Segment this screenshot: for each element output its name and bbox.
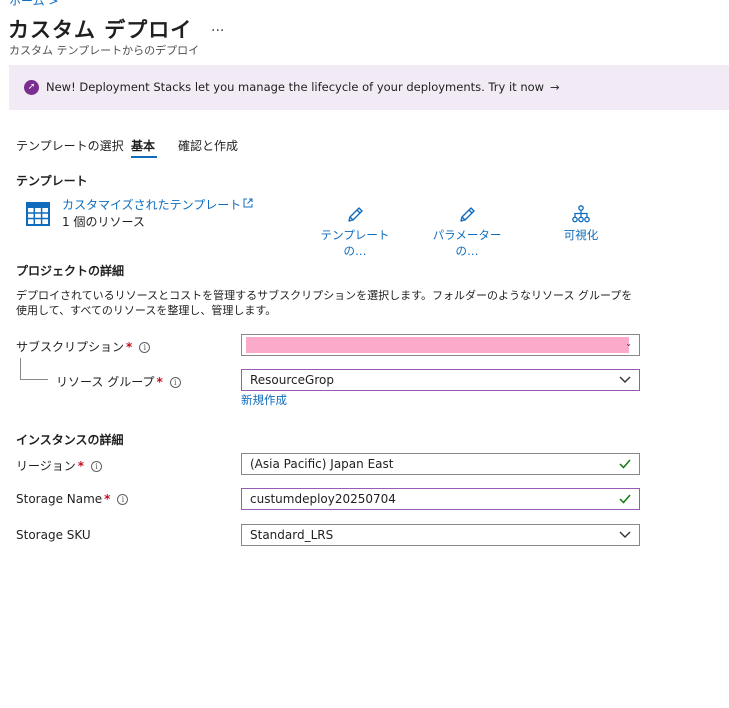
resource-group-value: ResourceGrop: [250, 373, 334, 387]
region-label: リージョン * i: [16, 457, 103, 474]
project-details-heading: プロジェクトの詳細: [16, 264, 125, 278]
info-icon[interactable]: i: [91, 461, 103, 472]
active-tab-indicator: [131, 156, 157, 158]
info-icon[interactable]: i: [139, 342, 151, 353]
region-select[interactable]: (Asia Pacific) Japan East: [241, 453, 640, 475]
more-options-button[interactable]: ...: [211, 19, 224, 35]
required-marker: *: [77, 459, 85, 473]
required-marker: *: [104, 492, 111, 506]
check-icon: [619, 494, 631, 504]
instance-details-heading: インスタンスの詳細: [16, 433, 124, 447]
tab-template-selection[interactable]: テンプレートの選択: [16, 137, 124, 154]
hierarchy-icon: [572, 205, 590, 223]
pencil-icon: [348, 207, 363, 222]
page-title: カスタム デプロイ: [8, 18, 193, 42]
edit-parameters-label: パラメーターの…: [432, 228, 502, 258]
chevron-down-icon: ⌄: [625, 339, 632, 348]
visualize-button[interactable]: 可視化: [552, 205, 610, 243]
project-description: デプロイされているリソースとコストを管理するサブスクリプションを選択します。フォ…: [16, 289, 633, 317]
redacted-subscription-value: [246, 337, 629, 353]
region-label-text: リージョン: [16, 459, 76, 473]
template-heading: テンプレート: [16, 174, 88, 188]
storage-sku-select[interactable]: Standard_LRS: [241, 524, 640, 546]
check-icon: [619, 459, 631, 469]
edit-template-label: テンプレートの…: [320, 228, 390, 258]
chevron-down-icon: [619, 531, 631, 538]
subscription-select[interactable]: ⌄: [241, 334, 640, 356]
storage-sku-value: Standard_LRS: [250, 528, 334, 542]
breadcrumb[interactable]: ホーム >: [9, 0, 59, 9]
info-icon[interactable]: i: [117, 494, 129, 505]
edit-parameters-button[interactable]: パラメーターの…: [425, 205, 509, 259]
region-value: (Asia Pacific) Japan East: [250, 457, 394, 471]
banner-message: New! Deployment Stacks let you manage th…: [46, 80, 545, 94]
resource-group-select[interactable]: ResourceGrop: [241, 369, 640, 391]
visualize-label: 可視化: [563, 228, 599, 242]
required-marker: *: [156, 375, 163, 389]
resource-group-label: リソース グループ * i: [56, 373, 181, 390]
tree-connector: [20, 379, 48, 380]
storage-sku-label: Storage SKU: [16, 528, 91, 542]
tree-connector: [20, 358, 21, 380]
custom-template-link-text: カスタマイズされたテンプレート: [62, 198, 242, 212]
tab-review-create[interactable]: 確認と作成: [178, 137, 238, 154]
tab-basics[interactable]: 基本: [131, 137, 155, 154]
edit-template-button[interactable]: テンプレートの…: [313, 205, 397, 259]
resource-count: 1 個のリソース: [62, 215, 145, 229]
rocket-icon: ➚: [24, 80, 39, 95]
template-grid-icon: [26, 202, 50, 226]
page-subtitle: カスタム テンプレートからのデプロイ: [9, 44, 200, 57]
info-banner: ➚ New! Deployment Stacks let you manage …: [9, 65, 729, 110]
chevron-down-icon: [619, 376, 631, 383]
arrow-right-icon[interactable]: →: [550, 80, 560, 94]
subscription-label: サブスクリプション * i: [16, 338, 151, 355]
pencil-icon: [460, 207, 475, 222]
subscription-label-text: サブスクリプション: [16, 340, 125, 354]
storage-name-label: Storage Name * i: [16, 492, 129, 506]
required-marker: *: [126, 340, 133, 354]
storage-name-value: custumdeploy20250704: [250, 492, 396, 506]
banner-text[interactable]: New! Deployment Stacks let you manage th…: [46, 80, 560, 94]
create-new-link[interactable]: 新規作成: [241, 392, 287, 408]
storage-name-input[interactable]: custumdeploy20250704: [241, 488, 640, 510]
external-link-icon: [243, 198, 253, 208]
info-icon[interactable]: i: [169, 377, 181, 388]
custom-template-link[interactable]: カスタマイズされたテンプレート: [62, 196, 253, 213]
storage-name-label-text: Storage Name: [16, 492, 103, 506]
resource-group-label-text: リソース グループ: [56, 375, 155, 389]
